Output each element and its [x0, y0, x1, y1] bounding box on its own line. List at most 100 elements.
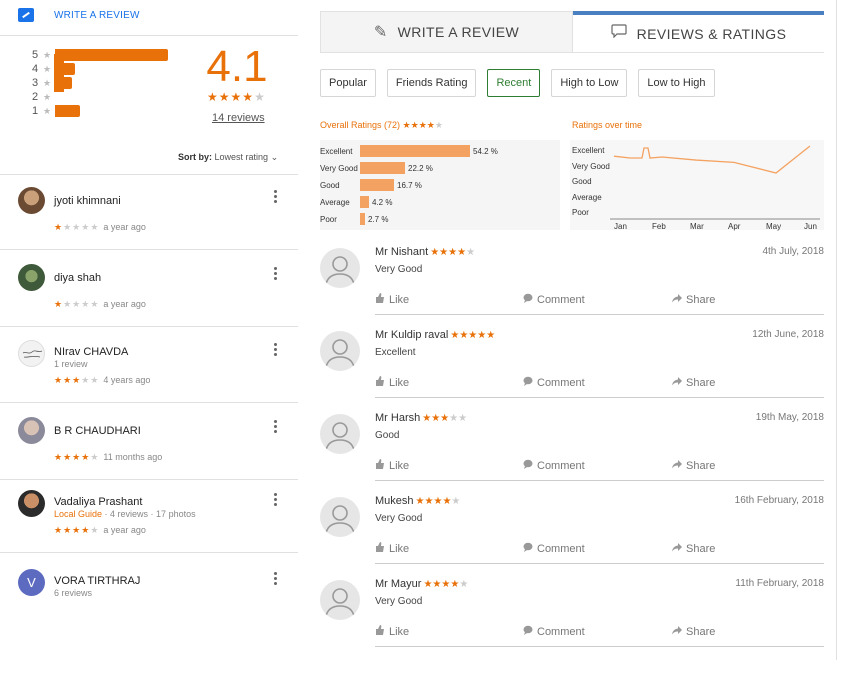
more-options-icon[interactable]	[271, 189, 279, 203]
bar	[360, 145, 470, 157]
like-button[interactable]: Like	[375, 376, 409, 389]
like-button[interactable]: Like	[375, 293, 409, 306]
share-button[interactable]: Share	[672, 293, 715, 306]
like-button[interactable]: Like	[375, 459, 409, 472]
tab-write-review[interactable]: ✎ WRITE A REVIEW	[320, 11, 573, 53]
tab-bar: ✎ WRITE A REVIEW REVIEWS & RATINGS	[320, 11, 824, 53]
review-text: Very Good	[375, 513, 423, 524]
divider	[375, 397, 824, 398]
star-filled-icon: ★	[459, 330, 469, 341]
share-button[interactable]: Share	[672, 542, 715, 555]
review-stars: ★★★★★	[430, 247, 475, 258]
review-date: 11th February, 2018	[735, 578, 824, 589]
like-button[interactable]: Like	[375, 625, 409, 638]
comment-button[interactable]: Comment	[523, 542, 585, 555]
reviewer-name[interactable]: Mr Nishant ★★★★★	[375, 246, 475, 258]
reviewer-name[interactable]: diya shah	[54, 272, 101, 284]
divider	[375, 314, 824, 315]
write-review-link[interactable]: WRITE A REVIEW	[18, 8, 140, 22]
reviewer-name[interactable]: VORA TIRTHRAJ	[54, 575, 140, 587]
comment-icon	[523, 625, 533, 638]
star-filled-icon: ★	[477, 330, 487, 341]
star-empty-icon: ★	[81, 375, 91, 385]
reviewer-name[interactable]: Vadaliya Prashant	[54, 496, 142, 508]
histogram-bar	[55, 49, 168, 61]
star-filled-icon: ★	[72, 525, 82, 535]
histogram-row: 2 ★	[32, 90, 168, 104]
reviewer-name[interactable]: B R CHAUDHARI	[54, 425, 141, 437]
star-filled-icon: ★	[450, 330, 460, 341]
comment-button[interactable]: Comment	[523, 459, 585, 472]
review-count-link[interactable]: 14 reviews	[212, 112, 265, 124]
comment-button[interactable]: Comment	[523, 376, 585, 389]
share-label: Share	[686, 625, 716, 638]
like-label: Like	[389, 376, 410, 389]
star-filled-icon: ★	[430, 247, 440, 258]
tab-label: REVIEWS & RATINGS	[636, 25, 787, 42]
reviewer-name[interactable]: Mukesh ★★★★★	[375, 495, 460, 507]
review-text: Excellent	[375, 347, 416, 358]
share-label: Share	[686, 293, 716, 306]
tab-reviews-ratings[interactable]: REVIEWS & RATINGS	[573, 11, 824, 53]
star-filled-icon: ★	[439, 247, 449, 258]
reviewer-rating: ★★★★★ a year ago	[54, 525, 146, 536]
divider	[0, 35, 298, 36]
like-label: Like	[389, 625, 410, 638]
reviewer-name[interactable]: NIrav CHAVDA	[54, 346, 128, 358]
review-card: Mukesh ★★★★★ 16th February, 2018 Very Good L…	[320, 489, 824, 572]
bar	[360, 162, 405, 174]
filter-high-to-low[interactable]: High to Low	[551, 69, 628, 97]
filter-friends-rating[interactable]: Friends Rating	[386, 69, 477, 97]
star-filled-icon: ★	[450, 579, 460, 590]
bar-row: Good 16.7 %	[320, 178, 422, 192]
star-filled-icon: ★	[426, 120, 435, 130]
filter-recent[interactable]: Recent	[487, 69, 541, 97]
reviewer-rating: ★★★★★ a year ago	[54, 299, 146, 310]
avatar	[18, 417, 45, 444]
more-options-icon[interactable]	[271, 342, 279, 356]
like-label: Like	[389, 542, 410, 555]
filter-popular[interactable]: Popular	[320, 69, 376, 97]
overall-ratings-title: Overall Ratings (72) ★★★★★	[320, 120, 443, 131]
bar-category-label: Poor	[320, 214, 337, 224]
star-filled-icon: ★	[422, 413, 432, 424]
comment-label: Comment	[537, 625, 585, 638]
star-empty-icon: ★	[72, 222, 82, 232]
write-review-label: WRITE A REVIEW	[54, 9, 140, 21]
reviewer-name[interactable]: Mr Mayur ★★★★★	[375, 578, 468, 590]
reviewer-name[interactable]: jyoti khimnani	[54, 195, 121, 207]
user-avatar-icon	[320, 414, 360, 454]
more-options-icon[interactable]	[271, 266, 279, 280]
more-options-icon[interactable]	[271, 571, 279, 585]
divider	[375, 646, 824, 647]
share-button[interactable]: Share	[672, 376, 715, 389]
star-filled-icon: ★	[230, 90, 243, 104]
reviewer-meta: 6 reviews	[54, 588, 92, 598]
more-options-icon[interactable]	[271, 419, 279, 433]
reviewer-name[interactable]: Mr Harsh ★★★★★	[375, 412, 467, 424]
sort-dropdown[interactable]: Sort by: Lowest rating ⌄	[178, 152, 278, 163]
star-empty-icon: ★	[90, 222, 100, 232]
comment-button[interactable]: Comment	[523, 625, 585, 638]
thumbs-up-icon	[375, 376, 385, 389]
reviewer-rating: ★★★★★ a year ago	[54, 222, 146, 233]
bar-category-label: Average	[320, 197, 350, 207]
share-button[interactable]: Share	[672, 459, 715, 472]
star-empty-icon: ★	[434, 120, 443, 130]
reviewer-stats: 6 reviews	[54, 588, 93, 598]
user-avatar-icon	[320, 580, 360, 620]
review-time: 4 years ago	[103, 375, 151, 385]
overall-stars: ★★★★★	[403, 120, 443, 130]
local-guide-badge: Local Guide	[54, 509, 103, 519]
star-empty-icon: ★	[90, 452, 100, 462]
star-filled-icon: ★	[72, 375, 82, 385]
share-button[interactable]: Share	[672, 625, 715, 638]
comment-button[interactable]: Comment	[523, 293, 585, 306]
like-button[interactable]: Like	[375, 542, 409, 555]
histogram-label: 1	[32, 105, 39, 117]
filter-low-to-high[interactable]: Low to High	[638, 69, 715, 97]
reviewer-name[interactable]: Mr Kuldip raval ★★★★★	[375, 329, 495, 341]
sort-label: Sort by:	[178, 152, 213, 162]
comment-icon	[523, 542, 533, 555]
more-options-icon[interactable]	[271, 492, 279, 506]
